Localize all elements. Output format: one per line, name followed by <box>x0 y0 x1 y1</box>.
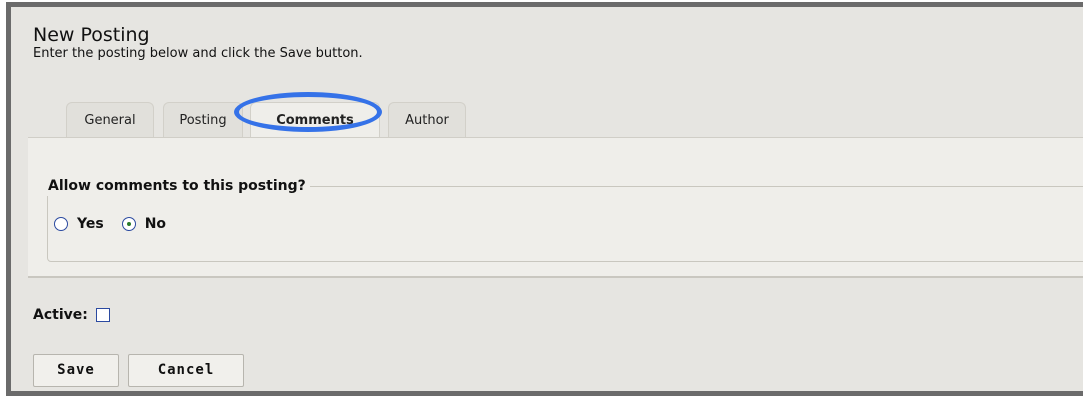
comments-panel: Allow comments to this posting? Yes No <box>28 137 1083 278</box>
active-row: Active: <box>33 307 110 323</box>
tab-posting[interactable]: Posting <box>163 102 243 137</box>
active-label: Active: <box>33 307 88 323</box>
form-frame: New Posting Enter the posting below and … <box>6 2 1083 396</box>
page-title: New Posting <box>33 24 150 46</box>
tab-author[interactable]: Author <box>388 102 466 137</box>
save-button[interactable]: Save <box>33 354 119 387</box>
radio-yes-label: Yes <box>77 216 104 232</box>
cancel-button[interactable]: Cancel <box>128 354 244 387</box>
highlight-ring <box>234 92 382 132</box>
radio-no[interactable] <box>121 217 136 231</box>
radio-yes[interactable] <box>54 217 68 231</box>
active-checkbox[interactable] <box>95 308 110 322</box>
comments-radio-group: Yes No <box>54 216 184 232</box>
radio-no-label: No <box>144 216 167 232</box>
page-subtitle: Enter the posting below and click the Sa… <box>33 46 363 61</box>
comments-fieldset <box>47 186 1083 262</box>
tab-general[interactable]: General <box>66 102 154 137</box>
comments-legend: Allow comments to this posting? <box>44 176 310 196</box>
header: New Posting Enter the posting below and … <box>33 24 363 62</box>
